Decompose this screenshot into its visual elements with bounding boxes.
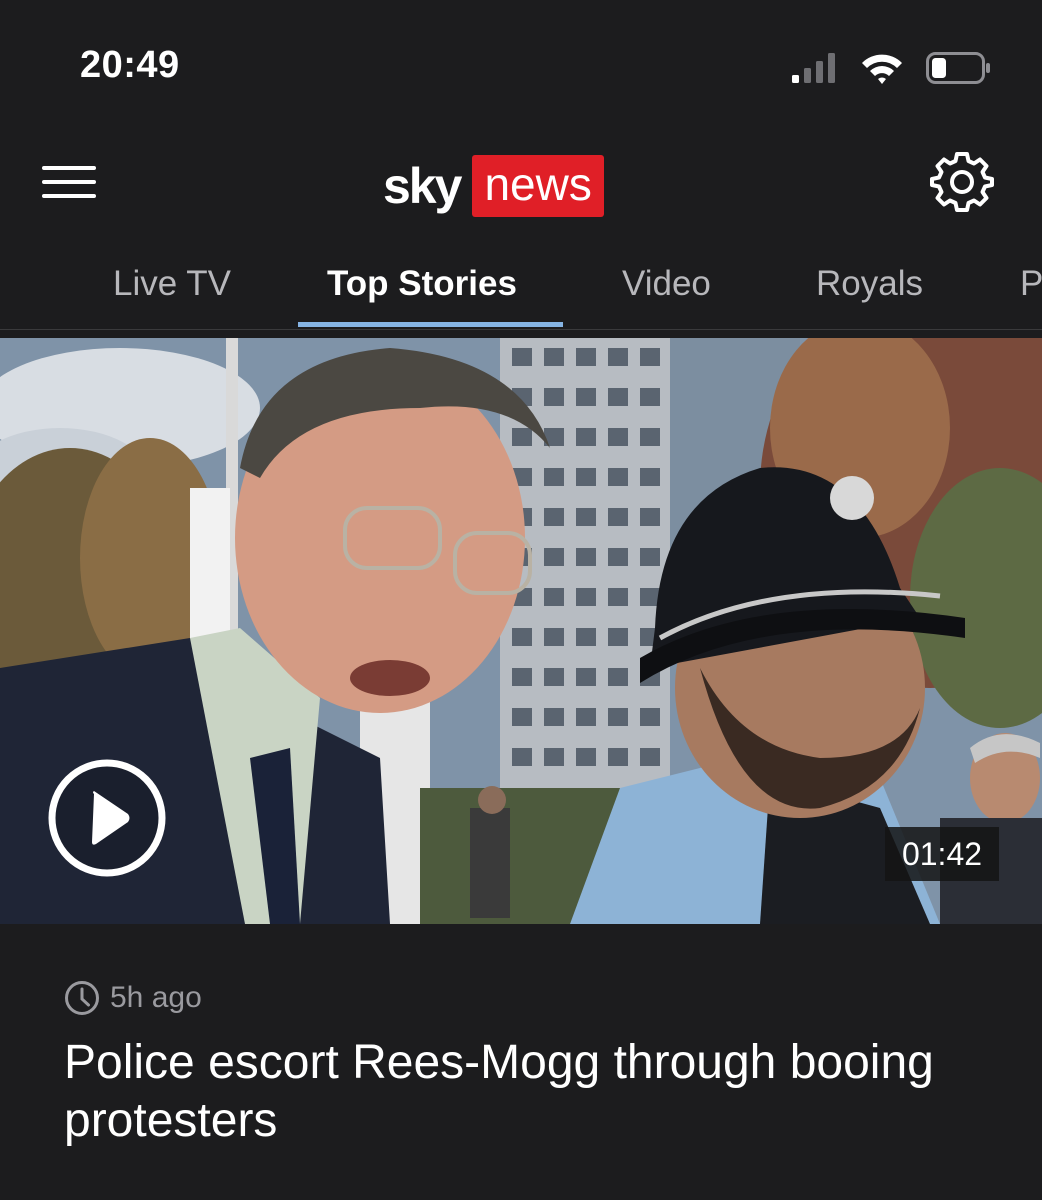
clock-icon bbox=[65, 981, 99, 1015]
menu-icon-line-top bbox=[42, 166, 96, 170]
menu-icon-line-middle bbox=[42, 180, 96, 184]
wifi-icon bbox=[862, 54, 902, 84]
cellular-signal-icon bbox=[792, 53, 835, 83]
menu-icon-line-bottom bbox=[42, 194, 96, 198]
active-tab-indicator bbox=[298, 322, 563, 327]
sky-news-logo: sky news bbox=[383, 152, 604, 220]
status-bar: 20:49 bbox=[0, 0, 1042, 130]
timestamp-text: 5h ago bbox=[110, 981, 202, 1014]
tab-video[interactable]: Video bbox=[622, 264, 711, 304]
settings-button[interactable] bbox=[928, 148, 996, 216]
tab-live-tv[interactable]: Live TV bbox=[113, 264, 231, 304]
app-header: sky news bbox=[0, 130, 1042, 240]
video-duration-badge: 01:42 bbox=[885, 827, 999, 881]
section-tabs: Live TV Top Stories Video Royals P bbox=[0, 240, 1042, 330]
article-card: 5h ago Police escort Rees-Mogg through b… bbox=[0, 924, 1042, 1200]
video-thumbnail[interactable]: 01:42 bbox=[0, 338, 1042, 924]
logo-sky-text: sky bbox=[383, 158, 462, 214]
logo-news-text: news bbox=[472, 155, 604, 217]
tab-top-stories[interactable]: Top Stories bbox=[327, 264, 517, 304]
menu-button[interactable] bbox=[38, 158, 100, 208]
battery-icon bbox=[926, 52, 990, 84]
status-time: 20:49 bbox=[80, 44, 180, 86]
tab-next-partial[interactable]: P bbox=[1020, 264, 1042, 304]
play-circle-icon[interactable] bbox=[46, 757, 168, 879]
status-icons bbox=[792, 48, 992, 88]
tab-royals[interactable]: Royals bbox=[816, 264, 923, 304]
article-headline[interactable]: Police escort Rees-Mogg through booing p… bbox=[64, 1034, 984, 1150]
article-timestamp: 5h ago bbox=[64, 980, 202, 1016]
gear-icon bbox=[930, 152, 994, 212]
